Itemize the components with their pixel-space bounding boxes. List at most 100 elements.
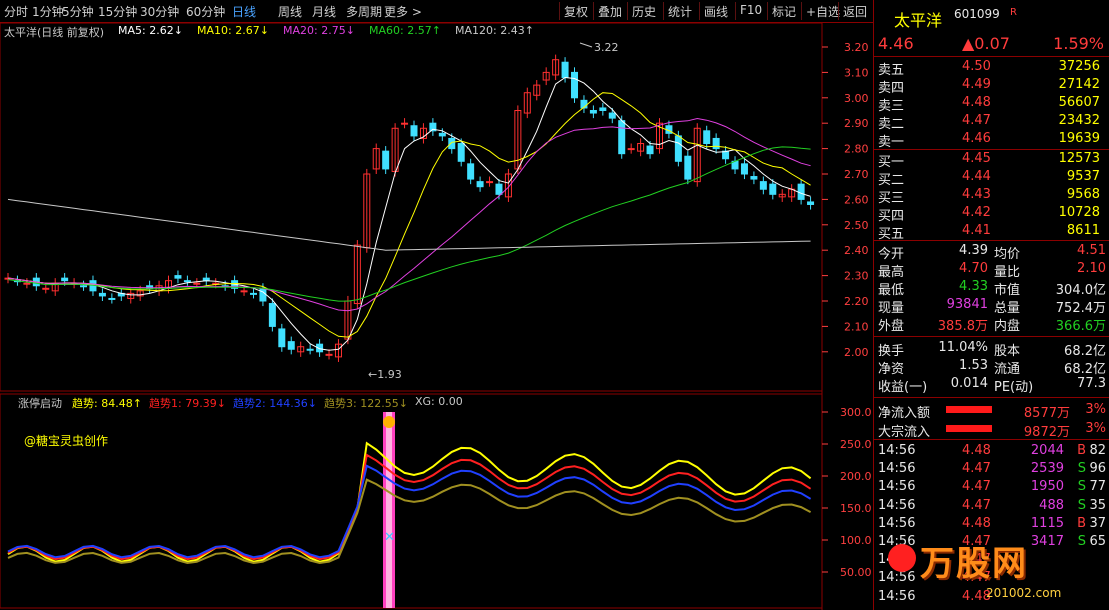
tick-price: 4.47 bbox=[962, 497, 991, 513]
candle-body bbox=[759, 181, 767, 190]
indicator-axis-label: 300.0 bbox=[840, 406, 872, 419]
ask-volume: 27142 bbox=[1058, 77, 1100, 92]
candle-body bbox=[740, 163, 748, 175]
period-tab-5[interactable]: 60分钟 bbox=[186, 3, 225, 20]
candle-body bbox=[797, 183, 805, 200]
period-tab-9[interactable]: 多周期 bbox=[346, 3, 382, 20]
period-tab-4[interactable]: 30分钟 bbox=[140, 3, 179, 20]
candle-body bbox=[401, 122, 409, 125]
candle-body bbox=[467, 163, 475, 180]
candle-body bbox=[457, 143, 465, 162]
low-annotation: ←1.93 bbox=[368, 368, 402, 381]
ask-volume: 23432 bbox=[1058, 113, 1100, 128]
stat-value: 0.014 bbox=[950, 376, 988, 391]
flow-bar bbox=[946, 425, 992, 432]
tick-volume: 2539 bbox=[1030, 461, 1064, 477]
tick-price: 4.47 bbox=[962, 479, 991, 495]
candle-body bbox=[42, 287, 50, 290]
tick-side: S bbox=[1077, 534, 1086, 549]
toolbar-button-8[interactable]: 返回 bbox=[843, 3, 867, 20]
toolbar-button-0[interactable]: 复权 bbox=[564, 3, 588, 20]
toolbar-button-4[interactable]: 画线 bbox=[704, 3, 728, 20]
candle-body bbox=[268, 303, 276, 327]
candle-body bbox=[674, 135, 682, 162]
period-tab-8[interactable]: 月线 bbox=[312, 3, 336, 20]
bid-price: 4.41 bbox=[962, 223, 991, 238]
candle-body bbox=[703, 130, 711, 145]
ma-legend-item: MA20: 2.75↓ bbox=[283, 24, 355, 37]
stat-value: 366.6万 bbox=[1055, 319, 1106, 334]
ask-price: 4.49 bbox=[962, 77, 991, 92]
ask-volume: 37256 bbox=[1058, 59, 1100, 74]
tick-row: 14:56 4.47 2539 S 96 bbox=[874, 460, 1109, 478]
candle-body bbox=[712, 137, 720, 150]
stat-row: 净资 1.53 流通 68.2亿 bbox=[874, 357, 1109, 377]
price-pct: 1.59% bbox=[1053, 34, 1104, 53]
toolbar-button-5[interactable]: F10 bbox=[740, 3, 762, 17]
indicator-axis-label: 250.0 bbox=[840, 438, 872, 451]
flow-label: 大宗流入 bbox=[878, 425, 931, 440]
trend2-line bbox=[7, 464, 812, 559]
flow-row: 大宗流入 9872万 3% bbox=[874, 420, 1109, 440]
candle-body bbox=[193, 282, 201, 285]
toolbar-button-7[interactable]: +自选 bbox=[806, 3, 840, 20]
indicator-axis-label: 100.0 bbox=[840, 534, 872, 547]
toolbar-separator bbox=[663, 2, 664, 20]
tick-price: 4.48 bbox=[962, 515, 991, 531]
indicator-legend-item: 趋势3: 122.55↓ bbox=[324, 397, 408, 410]
toolbar-button-6[interactable]: 标记 bbox=[772, 3, 796, 20]
period-tab-10[interactable]: 更多 > bbox=[384, 3, 422, 20]
candle-body bbox=[627, 148, 635, 151]
tick-time: 14:56 bbox=[878, 497, 916, 513]
stat-row: 收益(一) 0.014 PE(动) 77.3 bbox=[874, 375, 1109, 395]
period-tab-3[interactable]: 15分钟 bbox=[98, 3, 137, 20]
flow-value: 9872万 bbox=[1023, 425, 1070, 440]
stock-header: 太平洋 601099 R bbox=[874, 6, 1109, 30]
toolbar-separator bbox=[767, 2, 768, 20]
toolbar-separator bbox=[559, 2, 560, 20]
bid-volume: 9568 bbox=[1066, 187, 1100, 202]
butterfly-icon: ✕ bbox=[384, 530, 395, 545]
period-tab-7[interactable]: 周线 bbox=[278, 3, 302, 20]
indicator-axis-label: 50.00 bbox=[840, 566, 872, 579]
flow-value: 8577万 bbox=[1023, 406, 1070, 421]
tick-count: 82 bbox=[1089, 443, 1106, 458]
tick-time: 14:56 bbox=[878, 443, 916, 458]
period-tab-1[interactable]: 1分钟 bbox=[32, 3, 64, 20]
price-axis-label: 2.60 bbox=[844, 193, 869, 206]
candle-body bbox=[589, 110, 597, 114]
ask-label: 卖一 bbox=[878, 135, 905, 150]
ma120-line bbox=[7, 198, 811, 251]
flow-row: 净流入额 8577万 3% bbox=[874, 401, 1109, 421]
candle-body bbox=[571, 71, 579, 99]
divider bbox=[874, 397, 1109, 398]
last-price: 4.46 bbox=[878, 34, 914, 53]
bid-volume: 10728 bbox=[1058, 205, 1100, 220]
indicator-axis-label: 150.0 bbox=[840, 502, 872, 515]
stock-name: 太平洋 bbox=[894, 11, 943, 30]
ma-legend-item: MA120: 2.43↑ bbox=[455, 24, 534, 37]
tick-price: 4.48 bbox=[962, 443, 991, 458]
stat-row: 换手 11.04% 股本 68.2亿 bbox=[874, 339, 1109, 359]
ask-row: 卖五 4.50 37256 bbox=[874, 58, 1109, 78]
candle-body bbox=[608, 112, 616, 119]
toolbar-separator bbox=[801, 2, 802, 20]
toolbar-button-3[interactable]: 统计 bbox=[668, 3, 692, 20]
toolbar-separator bbox=[735, 2, 736, 20]
kline-chart[interactable]: 3.20 3.10 3.00 2.90 2.80 2.70 2.60 2.50 2.40 2.30… bbox=[0, 23, 873, 610]
toolbar-separator bbox=[699, 2, 700, 20]
toolbar-button-1[interactable]: 叠加 bbox=[598, 3, 622, 20]
bid-row: 买五 4.41 8611 bbox=[874, 222, 1109, 242]
period-tab-2[interactable]: 5分钟 bbox=[62, 3, 94, 20]
price-axis-label: 2.00 bbox=[844, 346, 869, 359]
candle-body bbox=[495, 183, 503, 195]
candle-body bbox=[174, 275, 182, 279]
tick-count: 65 bbox=[1089, 534, 1106, 549]
high-annotation-pointer bbox=[579, 42, 593, 48]
toolbar-button-2[interactable]: 历史 bbox=[632, 3, 656, 20]
tick-volume: 3417 bbox=[1030, 534, 1064, 549]
period-tab-0[interactable]: 分时 bbox=[4, 3, 28, 20]
bid-volume: 12573 bbox=[1058, 151, 1100, 166]
period-tab-6[interactable]: 日线 bbox=[232, 3, 256, 20]
candle-body bbox=[750, 176, 758, 180]
